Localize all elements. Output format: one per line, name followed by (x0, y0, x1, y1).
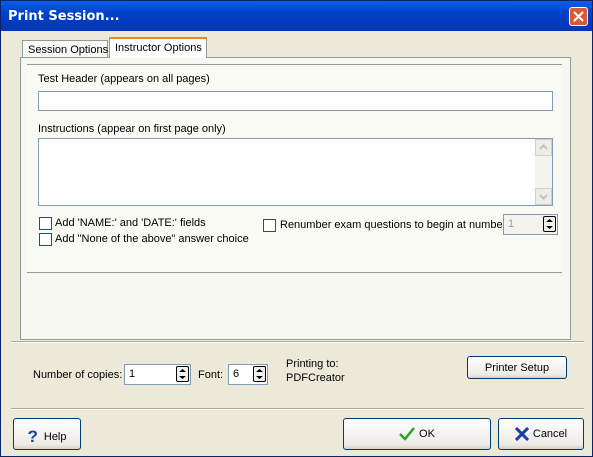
scroll-down-button[interactable] (535, 188, 552, 205)
spin-arrows-icon (179, 369, 186, 379)
separator (11, 341, 584, 343)
scroll-down-icon (539, 194, 548, 200)
window-title: Print Session... (8, 9, 120, 24)
scroll-up-icon (539, 144, 548, 150)
copies-spin[interactable] (176, 366, 189, 382)
printer-setup-button[interactable]: Printer Setup (467, 356, 567, 379)
help-icon: ? (27, 427, 38, 446)
test-header-input[interactable] (38, 91, 553, 111)
instructions-label: Instructions (appear on first page only) (38, 123, 226, 135)
add-none-above-checkbox[interactable] (39, 233, 52, 246)
print-session-dialog: Print Session... Session Options Instruc… (0, 0, 593, 457)
printer-setup-label: Printer Setup (484, 362, 550, 374)
test-header-label: Test Header (appears on all pages) (38, 73, 210, 85)
printer-name: PDFCreator (286, 372, 345, 384)
footer-separator (11, 408, 584, 410)
copies-value: 1 (129, 368, 136, 380)
start-number-value: 1 (508, 218, 515, 230)
check-icon (399, 427, 416, 441)
tab-session-options[interactable]: Session Options (22, 40, 108, 58)
font-stepper[interactable]: 6 (228, 364, 268, 385)
ok-button[interactable]: OK (343, 418, 491, 450)
scroll-up-button[interactable] (535, 139, 552, 156)
font-spin[interactable] (253, 366, 266, 382)
title-bar[interactable]: Print Session... (1, 1, 592, 31)
start-number-spin[interactable] (543, 216, 556, 232)
copies-label: Number of copies: (33, 369, 123, 381)
renumber-label: Renumber exam questions to begin at numb… (280, 219, 507, 231)
cancel-x-icon (514, 426, 529, 442)
cancel-label: Cancel (532, 427, 568, 440)
copies-stepper[interactable]: 1 (124, 364, 191, 385)
tab-instructor-options-label: Instructor Options (115, 42, 202, 54)
font-value: 6 (233, 368, 240, 380)
close-icon (573, 11, 584, 22)
add-name-date-checkbox[interactable] (39, 217, 52, 230)
help-button[interactable]: ? Help (13, 418, 81, 450)
spin-arrows-icon (546, 219, 553, 229)
close-button[interactable] (569, 7, 588, 26)
add-name-date-label: Add 'NAME:' and 'DATE:' fields (55, 217, 206, 229)
instructions-textarea[interactable] (38, 138, 553, 206)
printing-to-label: Printing to: (286, 358, 339, 370)
font-label: Font: (198, 369, 224, 381)
instructions-scrollbar[interactable] (535, 139, 552, 205)
tab-session-options-label: Session Options (28, 44, 109, 56)
cancel-button[interactable]: Cancel (498, 418, 584, 450)
help-label: Help (43, 430, 67, 443)
ok-label: OK (419, 427, 435, 440)
tab-instructor-options[interactable]: Instructor Options (109, 37, 207, 58)
start-number-stepper[interactable]: 1 (503, 214, 558, 235)
spin-arrows-icon (256, 369, 263, 379)
add-none-above-label: Add "None of the above" answer choice (55, 233, 249, 245)
renumber-checkbox[interactable] (263, 219, 276, 232)
